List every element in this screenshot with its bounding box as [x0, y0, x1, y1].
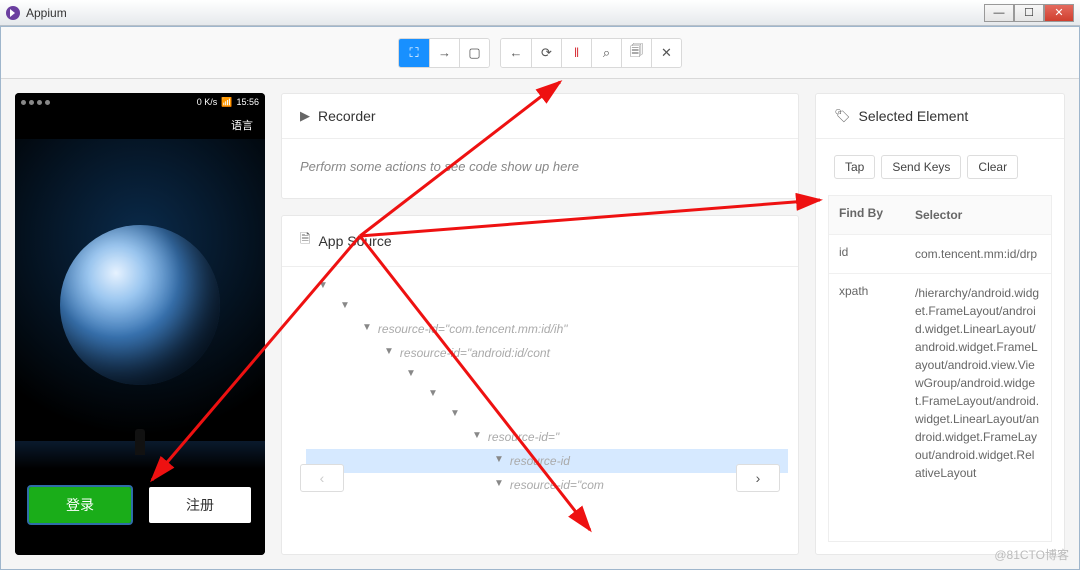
appium-icon — [6, 6, 20, 20]
recorder-card: ▶ Recorder Perform some actions to see c… — [281, 93, 799, 199]
splash-image — [15, 139, 265, 469]
th-findby: Find By — [829, 196, 905, 234]
selected-element-card: 🏷 Selected Element Tap Send Keys Clear F… — [815, 93, 1065, 555]
toolbar: ⛶ → ▢ ← ⟳ ‖ ⌕ 🗐 ✕ — [1, 27, 1079, 79]
window-min-button[interactable]: — — [984, 4, 1014, 22]
tool-forward-button[interactable]: → — [429, 39, 459, 67]
language-label[interactable]: 语言 — [15, 111, 265, 139]
tool-record-button[interactable]: ‖ — [561, 39, 591, 67]
selector-table: Find By Selector id com.tencent.mm:id/dr… — [828, 195, 1052, 542]
th-selector: Selector — [905, 196, 1051, 234]
tree-node[interactable]: ▼ — [306, 365, 788, 385]
tree-next-button[interactable]: › — [736, 464, 780, 492]
table-row[interactable]: id com.tencent.mm:id/drp — [829, 234, 1051, 273]
tree-node[interactable]: ▼ resource-id=" — [306, 425, 788, 449]
nav-back-icon[interactable]: ◁ — [51, 552, 63, 555]
status-time: 15:56 — [236, 97, 259, 108]
recorder-title: Recorder — [318, 108, 376, 124]
tool-back-button[interactable]: ← — [501, 39, 531, 67]
tool-refresh-button[interactable]: ⟳ — [531, 39, 561, 67]
window-titlebar: Appium — ☐ ✕ — [0, 0, 1080, 26]
app-source-card: 🗎 App Source ▼▼▼ resource-id="com.tencen… — [281, 215, 799, 555]
tag-icon: 🏷 — [834, 108, 851, 124]
watermark: @81CTO博客 — [994, 546, 1069, 563]
status-speed: 0 K/s — [197, 97, 218, 108]
table-row[interactable]: xpath /hierarchy/android.widget.FrameLay… — [829, 273, 1051, 492]
recorder-icon: ▶ — [300, 108, 310, 124]
login-button[interactable]: 登录 — [29, 487, 131, 523]
signal-icon: 📶 — [221, 97, 232, 108]
tree-node[interactable]: ▼ — [306, 297, 788, 317]
device-screenshot[interactable]: 0 K/s 📶 15:56 语言 登录 注册 ◁ ○ □ — [15, 93, 265, 555]
app-body: ⛶ → ▢ ← ⟳ ‖ ⌕ 🗐 ✕ 0 K/s 📶 15:56 语言 — [0, 26, 1080, 570]
device-nav-bar: ◁ ○ □ — [15, 541, 265, 555]
tap-button[interactable]: Tap — [834, 155, 875, 179]
window-title: Appium — [26, 6, 67, 20]
tree-node[interactable]: ▼ resource-id="android:id/cont — [306, 341, 788, 365]
tool-search-button[interactable]: ⌕ — [591, 39, 621, 67]
tree-node[interactable]: ▼ — [306, 405, 788, 425]
app-source-title: App Source — [318, 233, 391, 249]
recorder-placeholder: Perform some actions to see code show up… — [282, 138, 798, 198]
selected-title: Selected Element — [859, 108, 969, 124]
tool-expand-button[interactable]: ⛶ — [399, 39, 429, 67]
window-max-button[interactable]: ☐ — [1014, 4, 1044, 22]
nav-home-icon[interactable]: ○ — [136, 553, 146, 555]
tree-prev-button[interactable]: ‹ — [300, 464, 344, 492]
tree-node[interactable]: ▼ — [306, 385, 788, 405]
window-close-button[interactable]: ✕ — [1044, 4, 1074, 22]
nav-recent-icon[interactable]: □ — [219, 553, 229, 555]
send-keys-button[interactable]: Send Keys — [881, 155, 961, 179]
tree-node[interactable]: ▼ — [306, 277, 788, 297]
tool-copy-button[interactable]: 🗐 — [621, 39, 651, 67]
tool-close-button[interactable]: ✕ — [651, 39, 681, 67]
app-source-icon: 🗎 — [300, 230, 310, 252]
tool-frame-button[interactable]: ▢ — [459, 39, 489, 67]
device-status-bar: 0 K/s 📶 15:56 — [15, 93, 265, 111]
clear-button[interactable]: Clear — [967, 155, 1018, 179]
tree-node[interactable]: ▼ resource-id="com.tencent.mm:id/ih" — [306, 317, 788, 341]
register-button[interactable]: 注册 — [149, 487, 251, 523]
